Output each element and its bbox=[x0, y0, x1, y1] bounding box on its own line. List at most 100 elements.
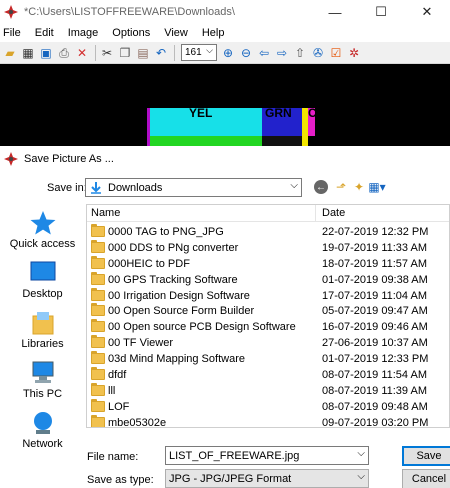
file-name: 00 Irrigation Design Software bbox=[108, 289, 250, 302]
back-icon[interactable]: ← bbox=[314, 180, 328, 194]
dialog-nav-icons: ← ⬏ ✦ ▦▾ bbox=[314, 178, 386, 196]
window-controls: — ☐ ✕ bbox=[312, 0, 450, 24]
list-item[interactable]: 000HEIC to PDF 18-07-2019 11:57 AM bbox=[87, 255, 449, 272]
zoom-out-icon[interactable]: ⊖ bbox=[238, 45, 254, 61]
image-canvas: YEL GRN C bbox=[0, 64, 450, 146]
place-this-pc[interactable]: This PC bbox=[0, 360, 85, 400]
zoom-select[interactable]: 161 bbox=[181, 44, 217, 61]
file-name: lll bbox=[108, 384, 116, 397]
list-item[interactable]: LOF 08-07-2019 09:48 AM bbox=[87, 398, 449, 415]
menu-options[interactable]: Options bbox=[112, 27, 150, 39]
minimize-button[interactable]: — bbox=[312, 0, 358, 24]
file-date: 09-07-2019 03:20 PM bbox=[322, 416, 429, 428]
folder-icon bbox=[91, 239, 105, 253]
file-name: 0000 TAG to PNG_JPG bbox=[108, 226, 224, 238]
file-list[interactable]: Name Date 0000 TAG to PNG_JPG 22-07-2019 … bbox=[86, 204, 450, 428]
maximize-button[interactable]: ☐ bbox=[358, 0, 404, 24]
paste-icon[interactable]: ▤ bbox=[135, 45, 151, 61]
save-as-type-label: Save as type: bbox=[87, 474, 154, 486]
menu-help[interactable]: Help bbox=[202, 27, 225, 39]
place-desktop[interactable]: Desktop bbox=[0, 260, 85, 300]
cancel-button[interactable]: Cancel bbox=[402, 469, 450, 488]
file-name: dfdf bbox=[108, 369, 127, 382]
file-date: 01-07-2019 12:33 PM bbox=[322, 353, 429, 366]
copy-icon[interactable]: ❐ bbox=[117, 45, 133, 61]
list-item[interactable]: 00 GPS Tracking Software 01-07-2019 09:38… bbox=[87, 271, 449, 288]
file-name: LOF bbox=[108, 400, 130, 413]
folder-icon bbox=[91, 414, 105, 427]
place-label: Quick access bbox=[9, 238, 76, 250]
list-item[interactable]: 00 Open Source Form Builder 05-07-2019 09… bbox=[87, 303, 449, 319]
menu-image[interactable]: Image bbox=[68, 27, 99, 39]
menu-file[interactable]: File bbox=[3, 27, 21, 39]
column-divider[interactable] bbox=[315, 205, 316, 222]
irfanview-app-icon bbox=[4, 5, 18, 19]
slideshow-icon[interactable]: ▦ bbox=[20, 45, 36, 61]
settings-icon[interactable]: ☑ bbox=[328, 45, 344, 61]
window-titlebar: *C:\Users\LISTOFFREEWARE\Downloads\ — ☐ … bbox=[0, 0, 450, 24]
view-menu-icon[interactable]: ▦▾ bbox=[368, 178, 386, 196]
place-network[interactable]: Network bbox=[0, 410, 85, 450]
save-button[interactable]: Save bbox=[402, 446, 450, 466]
zoom-in-icon[interactable]: ⊕ bbox=[220, 45, 236, 61]
list-item[interactable]: 00 TF Viewer 27-06-2019 10:37 AM bbox=[87, 335, 449, 351]
delete-icon[interactable]: ✕ bbox=[74, 45, 90, 61]
list-item[interactable]: 000 DDS to PNg converter 19-07-2019 11:33… bbox=[87, 239, 449, 256]
desktop-icon bbox=[30, 261, 55, 281]
place-label: Network bbox=[22, 438, 63, 450]
file-name-value: LIST_OF_FREEWARE.jpg bbox=[169, 449, 300, 462]
download-folder-icon bbox=[91, 181, 101, 194]
file-rows: 0000 TAG to PNG_JPG 22-07-2019 12:32 PM 0… bbox=[87, 224, 449, 428]
exif-icon[interactable]: ✇ bbox=[310, 45, 326, 61]
bar-black bbox=[262, 136, 302, 146]
folder-icon bbox=[91, 335, 105, 349]
save-in-value: Downloads bbox=[108, 181, 163, 194]
menu-view[interactable]: View bbox=[164, 27, 188, 39]
folder-icon bbox=[91, 382, 105, 396]
bar-label-grn: GRN bbox=[265, 106, 292, 120]
list-item[interactable]: 0000 TAG to PNG_JPG 22-07-2019 12:32 PM bbox=[87, 224, 449, 240]
next-icon[interactable]: ⇨ bbox=[274, 45, 290, 61]
places-bar: Quick access Desktop Libraries This PC N… bbox=[0, 204, 85, 450]
new-folder-icon[interactable]: ✦ bbox=[350, 178, 368, 196]
list-item[interactable]: 03d Mind Mapping Software 01-07-2019 12:3… bbox=[87, 351, 449, 367]
folder-icon bbox=[91, 271, 105, 285]
undo-icon[interactable]: ↶ bbox=[153, 45, 169, 61]
list-item[interactable]: lll 08-07-2019 11:39 AM bbox=[87, 382, 449, 399]
folder-icon bbox=[91, 319, 105, 333]
save-in-combo[interactable]: Downloads ⌵ bbox=[85, 178, 302, 197]
list-item[interactable]: 00 Irrigation Design Software 17-07-2019 … bbox=[87, 287, 449, 304]
chevron-down-icon[interactable]: ⌵ bbox=[357, 448, 365, 459]
irfanview-info-icon[interactable]: ✲ bbox=[346, 45, 362, 61]
fit-icon[interactable]: ⇧ bbox=[292, 45, 308, 61]
up-folder-icon[interactable]: ⬏ bbox=[332, 178, 350, 196]
print-icon[interactable]: ⎙ bbox=[56, 45, 72, 61]
file-list-header: Name Date bbox=[87, 205, 449, 222]
save-as-type-select[interactable]: JPG - JPG/JPEG Format ⌵ bbox=[165, 469, 369, 488]
dialog-title: Save Picture As ... bbox=[24, 153, 114, 165]
file-name-input[interactable]: LIST_OF_FREEWARE.jpg ⌵ bbox=[165, 446, 369, 465]
open-icon[interactable]: ▰ bbox=[2, 45, 18, 61]
cut-icon[interactable]: ✂ bbox=[99, 45, 115, 61]
column-header-date[interactable]: Date bbox=[322, 207, 345, 219]
save-icon[interactable]: ▣ bbox=[38, 45, 54, 61]
close-button[interactable]: ✕ bbox=[404, 0, 450, 24]
file-name: 000 DDS to PNg converter bbox=[108, 241, 239, 254]
prev-icon[interactable]: ⇦ bbox=[256, 45, 272, 61]
place-label: Libraries bbox=[21, 338, 64, 350]
file-name-label: File name: bbox=[87, 451, 139, 463]
list-item[interactable]: dfdf 08-07-2019 11:54 AM bbox=[87, 367, 449, 383]
menu-bar: File Edit Image Options View Help bbox=[0, 24, 450, 42]
star-icon bbox=[30, 211, 55, 235]
place-libraries[interactable]: Libraries bbox=[0, 310, 85, 350]
folder-icon bbox=[91, 398, 105, 412]
file-date: 08-07-2019 09:48 AM bbox=[322, 400, 428, 413]
list-item[interactable]: 00 Open source PCB Design Software 16-07-… bbox=[87, 319, 449, 335]
column-header-name[interactable]: Name bbox=[91, 207, 120, 219]
list-item[interactable]: mbe05302e 09-07-2019 03:20 PM bbox=[87, 414, 449, 428]
file-date: 01-07-2019 09:38 AM bbox=[322, 273, 428, 286]
folder-icon bbox=[91, 224, 105, 237]
toolbar-separator bbox=[95, 44, 96, 61]
place-quick-access[interactable]: Quick access bbox=[0, 210, 85, 250]
menu-edit[interactable]: Edit bbox=[35, 27, 54, 39]
